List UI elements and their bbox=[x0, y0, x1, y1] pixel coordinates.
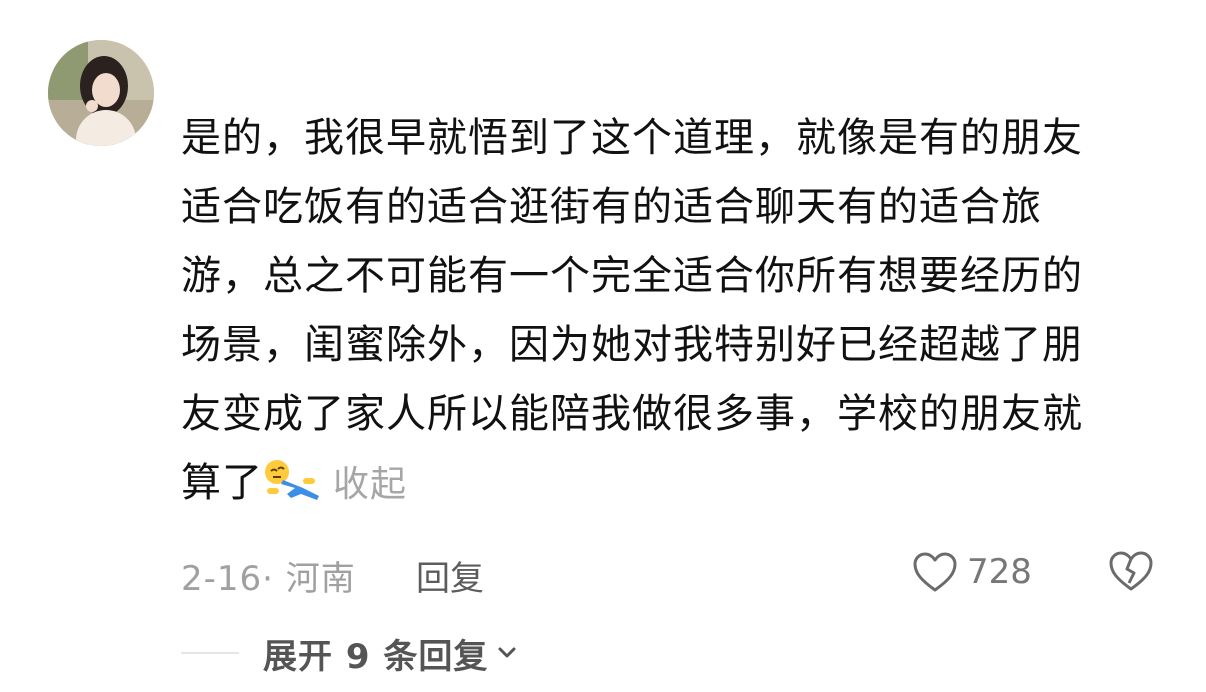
comment-last-line: 算了 收起 bbox=[181, 449, 1171, 519]
chevron-down-icon bbox=[498, 647, 516, 658]
lying-down-emoji-icon bbox=[265, 460, 319, 500]
expand-replies-row: 展开 9 条回复 bbox=[181, 628, 520, 678]
expand-replies-label: 展开 9 条回复 bbox=[263, 636, 489, 677]
expand-replies-button[interactable]: 展开 9 条回复 bbox=[263, 629, 520, 678]
comment-meta-row: 2-16· 河南 回复 728 bbox=[181, 545, 1171, 599]
date-location: 2-16· 河南 bbox=[181, 559, 356, 599]
comment-line: 场景，闺蜜除外，因为她对我特别好已经超越了朋 bbox=[181, 322, 1083, 368]
broken-heart-icon bbox=[1109, 551, 1153, 591]
collapse-link[interactable]: 收起 bbox=[333, 464, 407, 505]
comment-line: 算了 bbox=[181, 460, 263, 506]
heart-outline-icon bbox=[913, 552, 957, 592]
comment-line: 是的，我很早就悟到了这个道理，就像是有的朋友 bbox=[181, 115, 1083, 161]
dislike-button[interactable] bbox=[1107, 547, 1155, 604]
comment-line: 适合吃饭有的适合逛街有的适合聊天有的适合旅 bbox=[181, 184, 1042, 230]
avatar[interactable] bbox=[48, 40, 154, 146]
like-button[interactable]: 728 bbox=[911, 545, 1032, 599]
divider bbox=[181, 652, 239, 654]
comment-line: 友变成了家人所以能陪我做很多事，学校的朋友就 bbox=[181, 391, 1083, 437]
like-count: 728 bbox=[967, 552, 1032, 592]
comment-text: 是的，我很早就悟到了这个道理，就像是有的朋友 适合吃饭有的适合逛街有的适合聊天有… bbox=[181, 104, 1171, 519]
comment-line: 游，总之不可能有一个完全适合你所有想要经历的 bbox=[181, 253, 1083, 299]
reply-button[interactable]: 回复 bbox=[416, 551, 484, 600]
